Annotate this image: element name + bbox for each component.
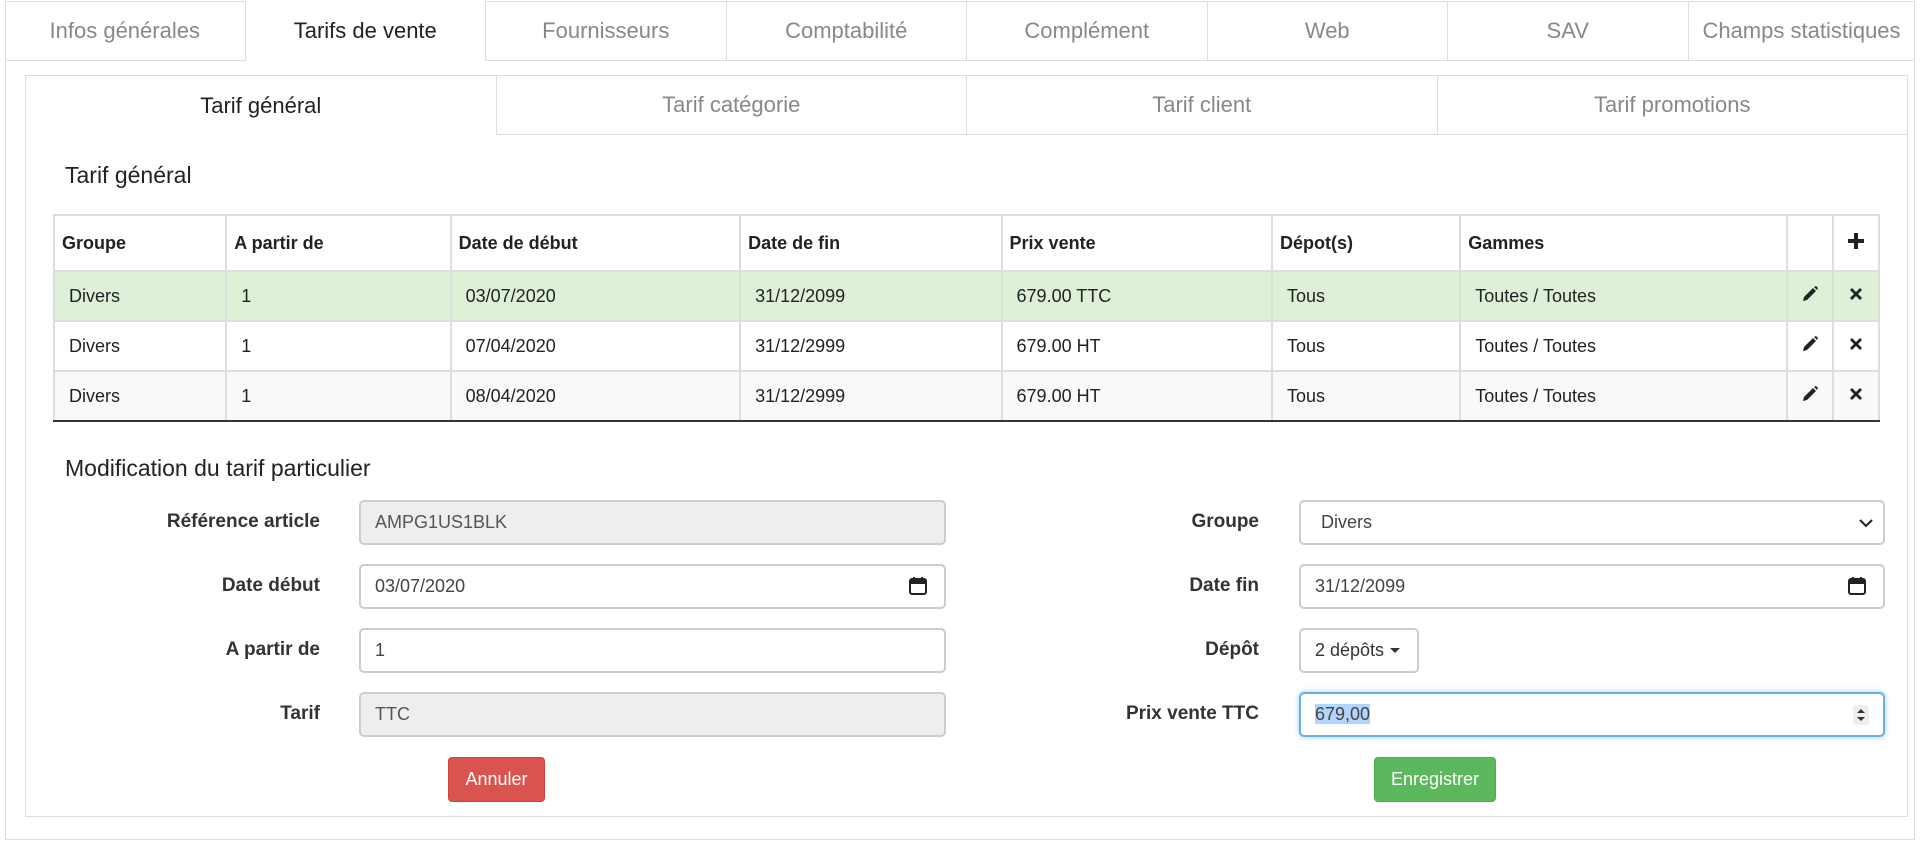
prix-vente-label: Prix vente TTC xyxy=(1125,703,1259,724)
cell-date-fin: 31/12/2999 xyxy=(739,370,1003,422)
cell-date-fin: 31/12/2099 xyxy=(739,270,1003,322)
tab-web[interactable]: Web xyxy=(1207,1,1448,61)
cell-prix-vente: 679.00 TTC xyxy=(1000,270,1273,322)
col-a-partir-de: A partir de xyxy=(225,214,452,272)
col-prix-vente: Prix vente xyxy=(1000,214,1273,272)
cell-delete xyxy=(1831,270,1881,322)
col-add xyxy=(1831,214,1881,272)
col-edit xyxy=(1785,214,1834,272)
close-icon[interactable] xyxy=(1848,286,1864,307)
date-fin-field[interactable]: 31/12/2099 xyxy=(1299,564,1885,609)
groupe-select[interactable]: Divers xyxy=(1299,500,1885,545)
ref-article-label: Référence article xyxy=(166,511,320,532)
cell-edit xyxy=(1785,270,1834,322)
date-fin-value: 31/12/2099 xyxy=(1315,576,1406,596)
cell-a-partir-de: 1 xyxy=(225,320,452,372)
date-debut-label: Date début xyxy=(221,575,320,596)
calendar-icon[interactable] xyxy=(1847,576,1867,596)
close-icon[interactable] xyxy=(1848,336,1864,357)
groupe-value: Divers xyxy=(1321,512,1373,532)
section-title-modification: Modification du tarif particulier xyxy=(65,455,371,481)
a-partir-de-field[interactable]: 1 xyxy=(359,628,946,673)
cell-prix-vente: 679.00 HT xyxy=(1000,370,1273,422)
depot-label: Dépôt xyxy=(1205,639,1259,660)
cell-delete xyxy=(1831,370,1881,422)
cell-depots: Tous xyxy=(1270,320,1462,372)
tab-complement[interactable]: Complément xyxy=(967,1,1208,61)
cell-edit xyxy=(1785,370,1834,422)
calendar-icon[interactable] xyxy=(908,576,928,596)
tab-tarif-categorie[interactable]: Tarif catégorie xyxy=(496,76,967,135)
col-date-fin: Date de fin xyxy=(739,214,1003,272)
col-groupe: Groupe xyxy=(52,214,228,272)
a-partir-de-label: A partir de xyxy=(225,639,320,660)
save-button[interactable]: Enregistrer xyxy=(1374,757,1496,802)
depot-dropdown-button[interactable]: 2 dépôts xyxy=(1299,628,1419,673)
tarif-label: Tarif xyxy=(280,703,320,724)
tab-tarifs-de-vente[interactable]: Tarifs de vente xyxy=(245,1,486,61)
prix-vente-input[interactable]: 679,00 xyxy=(1299,692,1885,737)
col-gammes: Gammes xyxy=(1459,214,1788,272)
cell-date-debut: 07/04/2020 xyxy=(449,320,742,372)
tab-tarif-general[interactable]: Tarif général xyxy=(26,76,497,135)
cell-groupe: Divers xyxy=(52,320,228,372)
date-debut-field[interactable]: 03/07/2020 xyxy=(359,564,946,609)
ref-article-field: AMPG1US1BLK xyxy=(359,500,946,545)
cell-date-fin: 31/12/2999 xyxy=(739,320,1003,372)
tab-fournisseurs[interactable]: Fournisseurs xyxy=(486,1,727,61)
date-debut-value: 03/07/2020 xyxy=(375,576,466,596)
pencil-icon[interactable] xyxy=(1801,335,1819,358)
pencil-icon[interactable] xyxy=(1801,385,1819,408)
sub-tabs: Tarif général Tarif catégorie Tarif clie… xyxy=(26,76,1907,135)
date-fin-label: Date fin xyxy=(1189,575,1259,596)
cell-delete xyxy=(1831,320,1881,372)
tab-sav[interactable]: SAV xyxy=(1448,1,1689,61)
cell-gammes: Toutes / Toutes xyxy=(1459,370,1788,422)
tab-tarif-promotions[interactable]: Tarif promotions xyxy=(1437,76,1907,135)
tab-infos-generales[interactable]: Infos générales xyxy=(5,1,246,61)
chevron-down-icon xyxy=(1859,519,1873,528)
cell-gammes: Toutes / Toutes xyxy=(1459,270,1788,322)
table-row[interactable]: Divers 1 03/07/2020 31/12/2099 679.00 TT… xyxy=(52,270,1881,322)
tarif-field: TTC xyxy=(359,692,946,737)
col-depots: Dépot(s) xyxy=(1270,214,1462,272)
tab-tarif-client[interactable]: Tarif client xyxy=(967,76,1438,135)
cell-date-debut: 03/07/2020 xyxy=(449,270,742,322)
close-icon[interactable] xyxy=(1848,386,1864,407)
cell-gammes: Toutes / Toutes xyxy=(1459,320,1788,372)
groupe-label: Groupe xyxy=(1191,511,1259,532)
section-title-tarif-general: Tarif général xyxy=(65,162,192,188)
table-header-row: Groupe A partir de Date de début Date de… xyxy=(52,214,1881,272)
cell-depots: Tous xyxy=(1270,270,1462,322)
plus-icon[interactable] xyxy=(1847,232,1865,255)
tab-champs-statistiques[interactable]: Champs statistiques xyxy=(1688,1,1915,61)
cell-depots: Tous xyxy=(1270,370,1462,422)
col-date-debut: Date de début xyxy=(449,214,742,272)
tarif-table: Groupe A partir de Date de début Date de… xyxy=(52,214,1881,422)
table-row[interactable]: Divers 1 07/04/2020 31/12/2999 679.00 HT… xyxy=(52,320,1881,372)
depot-value: 2 dépôts xyxy=(1315,640,1385,660)
cell-groupe: Divers xyxy=(52,370,228,422)
cell-a-partir-de: 1 xyxy=(225,370,452,422)
cell-prix-vente: 679.00 HT xyxy=(1000,320,1273,372)
cancel-button[interactable]: Annuler xyxy=(448,757,545,802)
pencil-icon[interactable] xyxy=(1801,285,1819,308)
cell-groupe: Divers xyxy=(52,270,228,322)
cell-a-partir-de: 1 xyxy=(225,270,452,322)
cell-edit xyxy=(1785,320,1834,372)
caret-down-icon xyxy=(1390,648,1401,653)
prix-vente-value: 679,00 xyxy=(1315,704,1371,724)
cell-date-debut: 08/04/2020 xyxy=(449,370,742,422)
top-tabs: Infos générales Tarifs de vente Fourniss… xyxy=(5,1,1915,61)
table-row[interactable]: Divers 1 08/04/2020 31/12/2999 679.00 HT… xyxy=(52,370,1881,422)
tab-comptabilite[interactable]: Comptabilité xyxy=(726,1,967,61)
spinner-icon[interactable] xyxy=(1853,705,1869,725)
